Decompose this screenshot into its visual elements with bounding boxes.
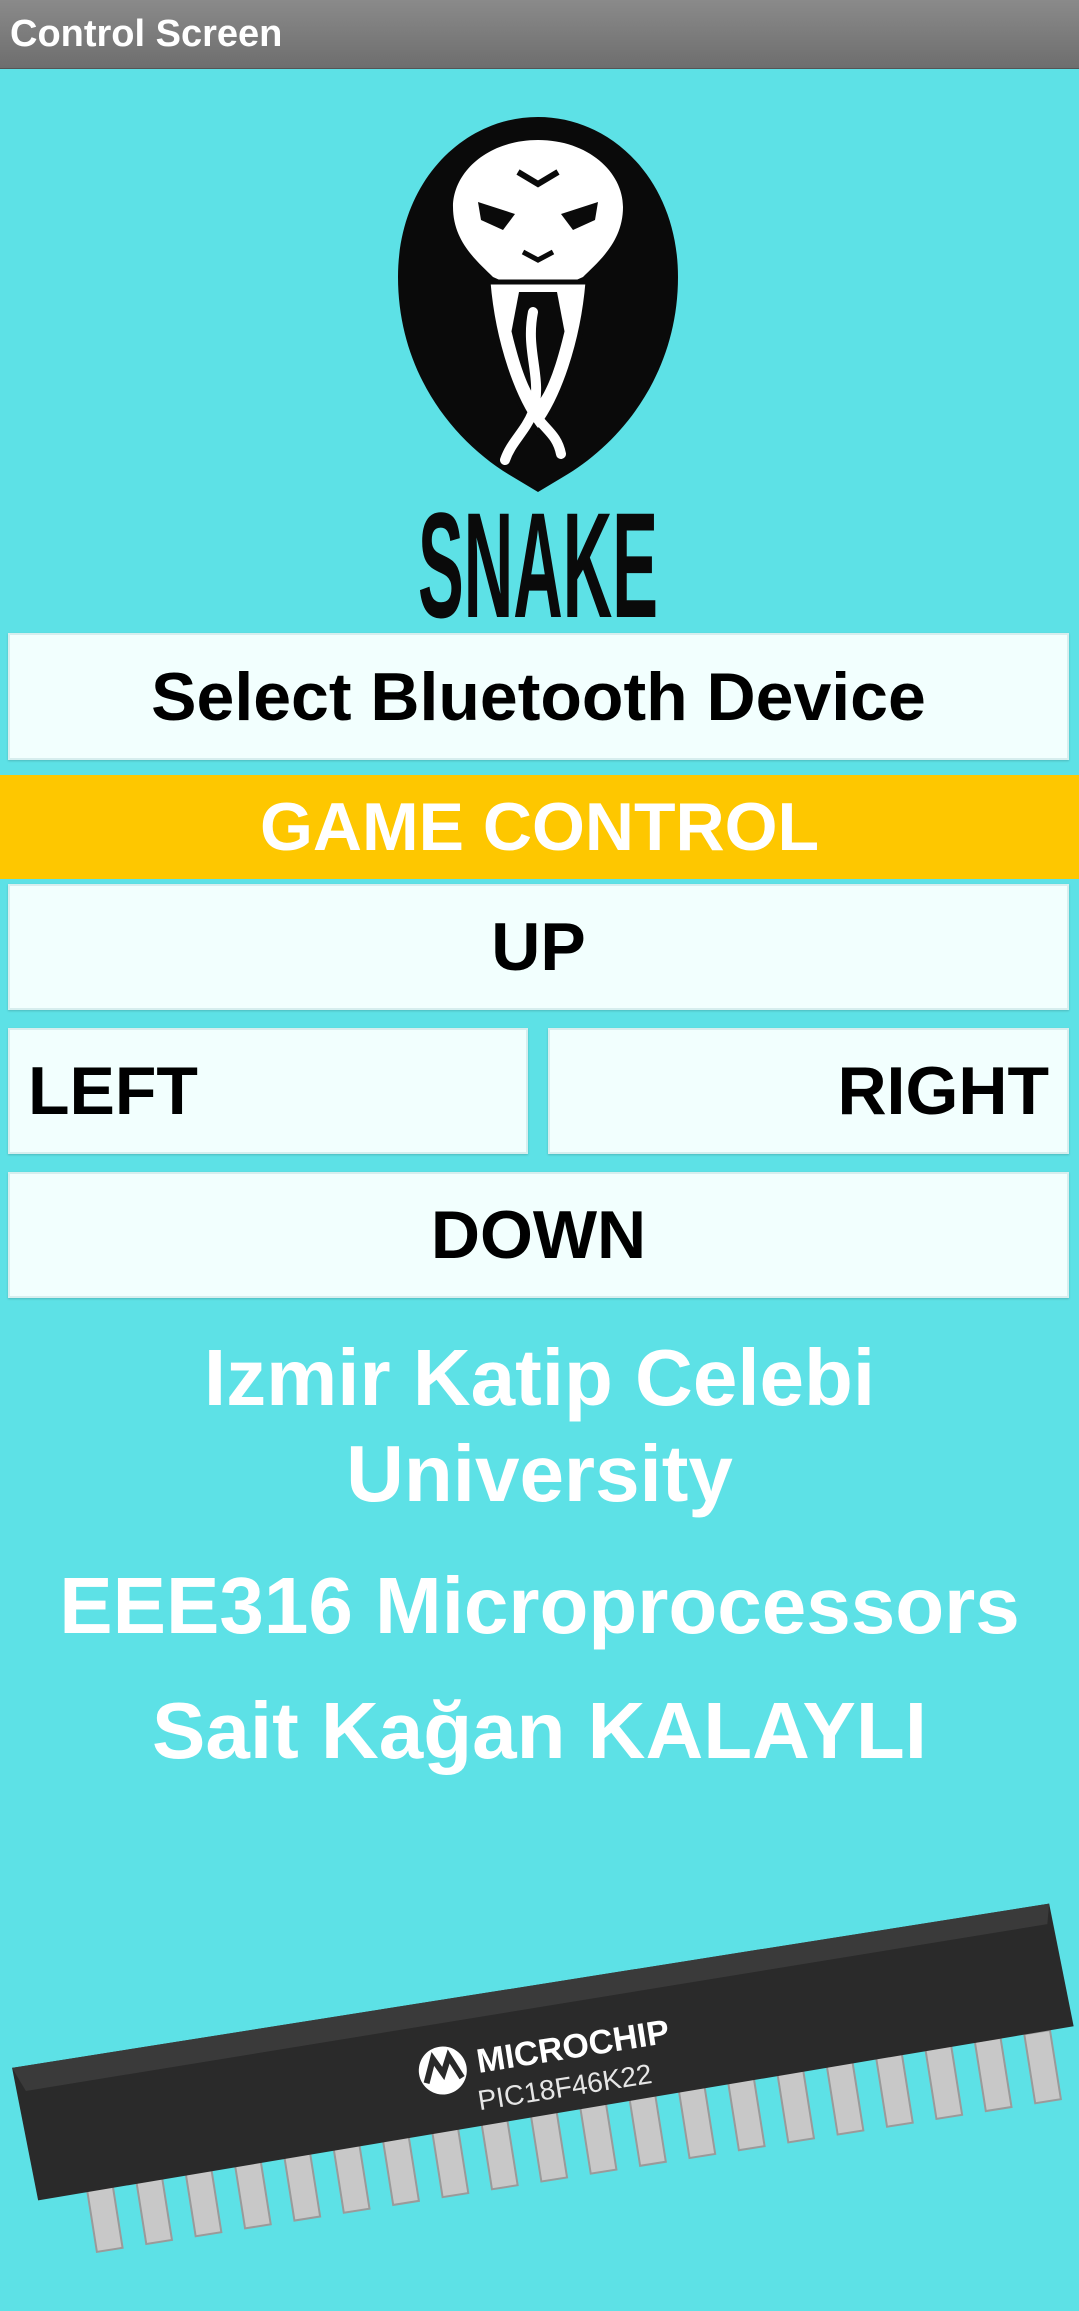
title-bar: Control Screen [0, 0, 1079, 69]
snake-logo-text: SNAKE [418, 481, 658, 622]
up-button[interactable]: UP [8, 884, 1069, 1010]
game-control-banner: GAME CONTROL [0, 775, 1079, 879]
left-button[interactable]: LEFT [8, 1028, 528, 1154]
author-name: Sait Kağan KALAYLI [152, 1686, 927, 1775]
university-name: Izmir Katip Celebi University [203, 1333, 876, 1518]
right-button[interactable]: RIGHT [548, 1028, 1069, 1154]
microchip-image: MICROCHIP PIC18F46K22 [12, 1903, 1074, 2254]
snake-logo: SNAKE [398, 117, 678, 622]
down-button[interactable]: DOWN [8, 1172, 1069, 1298]
screen-title: Control Screen [10, 13, 283, 55]
course-name: EEE316 Microprocessors [59, 1561, 1020, 1650]
select-bluetooth-device-button[interactable]: Select Bluetooth Device [8, 633, 1069, 760]
